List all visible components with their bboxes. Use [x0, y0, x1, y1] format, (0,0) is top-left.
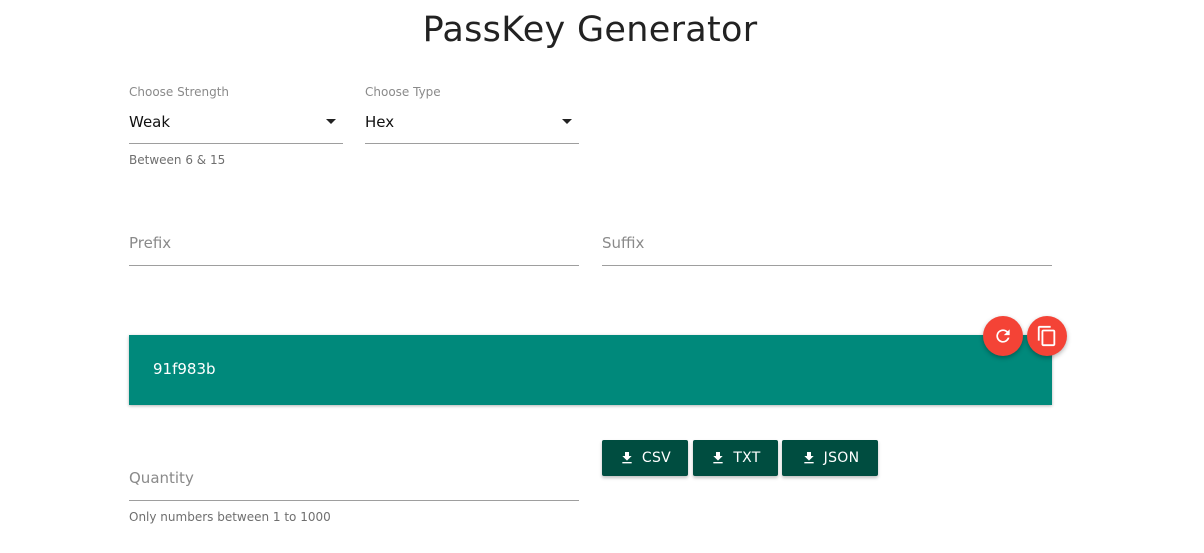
quantity-helper: Only numbers between 1 to 1000 [129, 510, 331, 524]
download-csv-label: CSV [641, 450, 672, 466]
download-csv-button[interactable]: CSV [602, 440, 688, 476]
copy-icon [1037, 325, 1056, 347]
refresh-icon [996, 329, 1010, 343]
download-icon [713, 452, 723, 464]
strength-underline [129, 143, 343, 144]
chevron-down-icon [326, 119, 336, 124]
quantity-input[interactable]: Quantity [129, 469, 579, 501]
generated-key[interactable]: 91f983b [153, 360, 216, 378]
prefix-input[interactable]: Prefix [129, 234, 579, 266]
quantity-placeholder: Quantity [129, 469, 194, 487]
prefix-placeholder: Prefix [129, 234, 172, 252]
chevron-down-icon [562, 119, 572, 124]
strength-label: Choose Strength [129, 85, 230, 99]
generated-key-card: 91f983b [129, 335, 1052, 405]
suffix-input[interactable]: Suffix [602, 234, 1052, 266]
download-txt-button[interactable]: TXT [693, 440, 778, 476]
strength-value: Weak [129, 113, 171, 131]
strength-helper: Between 6 & 15 [129, 153, 226, 167]
type-label: Choose Type [365, 85, 441, 99]
copy-button[interactable] [1027, 316, 1067, 356]
prefix-underline [129, 265, 579, 266]
type-underline [365, 143, 579, 144]
download-txt-label: TXT [733, 450, 761, 466]
strength-select[interactable]: Choose Strength Weak [129, 85, 343, 144]
type-select[interactable]: Choose Type Hex [365, 85, 579, 144]
download-json-button[interactable]: JSON [782, 440, 878, 476]
download-icon [803, 452, 814, 464]
refresh-button[interactable] [983, 316, 1023, 356]
download-json-label: JSON [823, 450, 860, 466]
download-icon [622, 452, 632, 464]
suffix-placeholder: Suffix [602, 234, 645, 252]
type-value: Hex [365, 113, 395, 131]
quantity-underline [129, 500, 579, 501]
page-title: PassKey Generator [422, 10, 758, 50]
suffix-underline [602, 265, 1052, 266]
